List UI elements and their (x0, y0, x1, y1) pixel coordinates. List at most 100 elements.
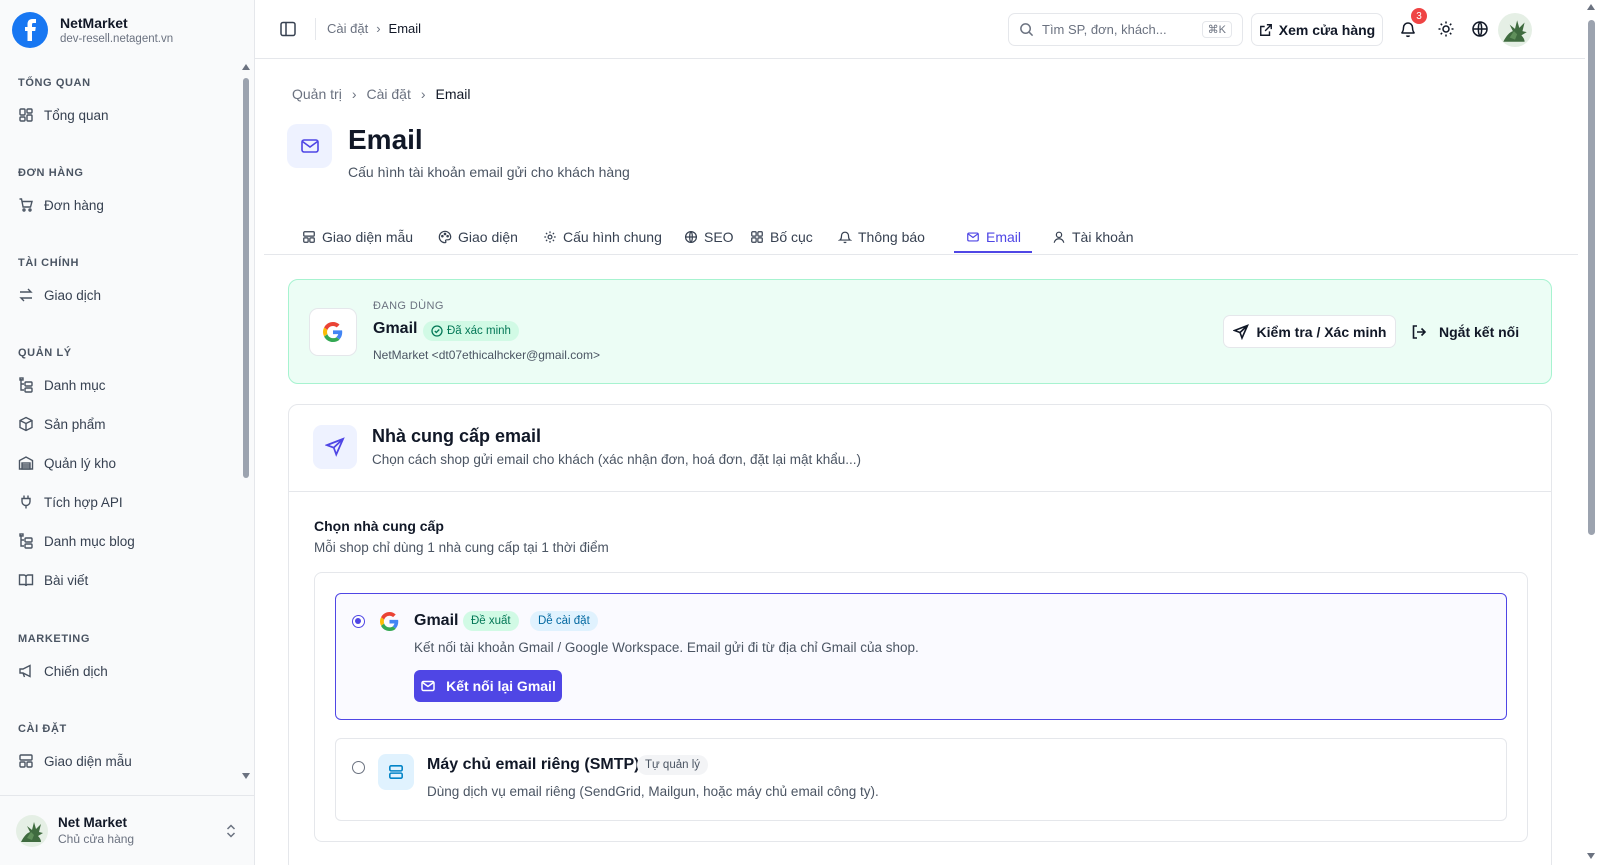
view-store-button[interactable]: Xem cửa hàng (1251, 13, 1383, 46)
tab-label: Bố cục (770, 228, 813, 245)
tab-seo[interactable]: SEO (682, 218, 736, 255)
sidebar-scrollbar[interactable] (243, 78, 249, 478)
sidebar-item-campaigns[interactable]: Chiến dịch (0, 657, 108, 685)
divider (315, 18, 316, 40)
sidebar-item-label: Bài viết (44, 572, 89, 588)
tab-notifications[interactable]: Thông báo (836, 218, 927, 255)
user-menu[interactable]: Net Market Chủ cửa hàng (0, 795, 254, 865)
page-title: Email (348, 124, 423, 155)
provider-card-header: Nhà cung cấp email Chọn cách shop gửi em… (289, 405, 1551, 492)
brand-domain: dev-resell.netagent.vn (60, 33, 174, 45)
page-scroll-up-arrow[interactable] (1587, 4, 1595, 10)
chevrons-up-down-icon (226, 823, 236, 838)
facebook-logo-icon (12, 12, 48, 48)
easy-setup-badge: Dễ cài đặt (530, 611, 598, 631)
check-circle-icon (431, 325, 443, 337)
search-input[interactable]: Tìm SP, đơn, khách... ⌘K (1008, 13, 1243, 46)
book-icon (18, 574, 34, 587)
page-subtitle: Cấu hình tài khoản email gửi cho khách h… (348, 164, 630, 180)
sidebar-item-label: Đơn hàng (44, 197, 104, 213)
sidebar-item-api[interactable]: Tích hợp API (0, 488, 123, 516)
sidebar-item-posts[interactable]: Bài viết (0, 566, 88, 594)
disconnect-button-label: Ngắt kết nối (1439, 323, 1520, 340)
sidebar-item-label: Tổng quan (44, 107, 109, 123)
sidebar-scroll-down-arrow[interactable] (242, 773, 250, 779)
tab-label: Thông báo (858, 228, 925, 245)
reconnect-gmail-button[interactable]: Kết nối lại Gmail (414, 670, 562, 702)
provider-option-smtp[interactable]: Máy chủ email riêng (SMTP) Tự quản lý Dù… (335, 738, 1507, 821)
sun-icon[interactable] (1437, 20, 1455, 38)
view-store-label: Xem cửa hàng (1278, 21, 1376, 38)
tab-label: Cấu hình chung (563, 228, 662, 245)
option-name: Gmail (414, 612, 459, 629)
avatar[interactable] (1498, 13, 1532, 47)
category-tree-icon (19, 533, 33, 549)
smtp-radio[interactable] (352, 761, 365, 774)
sidebar-item-label: Quản lý kho (44, 455, 117, 471)
disconnect-button[interactable]: Ngắt kết nối (1411, 315, 1519, 348)
breadcrumb-link[interactable]: Cài đặt (366, 86, 410, 102)
sidebar-item-blog-categories[interactable]: Danh mục blog (0, 527, 135, 555)
globe-icon (684, 230, 698, 243)
tab-label: Email (986, 228, 1022, 245)
category-tree-icon (19, 377, 33, 393)
option-description: Kết nối tài khoản Gmail / Google Workspa… (414, 640, 919, 655)
sidebar-toggle-icon[interactable] (279, 20, 297, 38)
nav-section-title: TỔNG QUAN (18, 77, 91, 89)
brand[interactable]: NetMarket dev-resell.netagent.vn (12, 12, 173, 48)
sender-address: NetMarket <dt07ethicalhcker@gmail.com> (373, 348, 600, 362)
sidebar-item-orders[interactable]: Đơn hàng (0, 191, 104, 219)
current-provider-name: Gmail (373, 320, 418, 337)
tab-general[interactable]: Cấu hình chung (541, 218, 664, 255)
sidebar-item-label: Giao dịch (44, 287, 102, 303)
verify-button[interactable]: Kiểm tra / Xác minh (1223, 315, 1396, 348)
reconnect-gmail-label: Kết nối lại Gmail (446, 678, 556, 694)
topbar: Cài đặt › Email Tìm SP, đơn, khách... ⌘K… (255, 0, 1585, 59)
option-name: Máy chủ email riêng (SMTP) (427, 756, 640, 773)
tab-layout[interactable]: Bố cục (748, 218, 815, 255)
page-scrollbar[interactable] (1588, 20, 1595, 535)
sidebar-item-overview[interactable]: Tổng quan (0, 101, 109, 129)
sidebar-item-label: Giao diện mẫu (44, 753, 132, 769)
search-icon (1020, 23, 1034, 37)
external-link-icon (1259, 23, 1272, 36)
layout-icon (19, 754, 33, 768)
sidebar-item-label: Danh mục blog (44, 533, 135, 549)
google-logo-icon (380, 612, 399, 631)
sidebar-item-products[interactable]: Sản phẩm (0, 410, 106, 438)
sidebar-item-categories[interactable]: Danh mục (0, 371, 106, 399)
recommended-badge: Đề xuất (463, 611, 519, 631)
tab-account[interactable]: Tài khoản (1050, 218, 1135, 255)
sidebar-item-transactions[interactable]: Giao dịch (0, 281, 101, 309)
breadcrumb-link[interactable]: Quản trị (292, 86, 342, 102)
mail-icon (287, 124, 332, 168)
sidebar-item-label: Sản phẩm (44, 416, 106, 432)
breadcrumb-current: Email (435, 86, 471, 102)
tab-label: SEO (704, 228, 734, 245)
google-logo-icon (309, 308, 357, 356)
palette-icon (438, 230, 452, 243)
sidebar-nav: TỔNG QUAN Tổng quan ĐƠN HÀNG Đơn hàng TÀ… (0, 60, 242, 795)
mail-icon (967, 231, 979, 242)
sidebar-scroll-up-arrow[interactable] (242, 64, 250, 70)
tab-appearance[interactable]: Giao diện (436, 218, 520, 255)
brand-name: NetMarket (60, 15, 128, 31)
tab-label: Giao diện mẫu (322, 228, 414, 245)
breadcrumb-link[interactable]: Cài đặt (327, 21, 368, 36)
tab-email[interactable]: Email (964, 218, 1023, 255)
user-role: Chủ cửa hàng (58, 832, 135, 846)
tab-templates[interactable]: Giao diện mẫu (300, 218, 415, 255)
page-scroll-down-arrow[interactable] (1587, 853, 1595, 859)
breadcrumb-separator: › (420, 86, 426, 102)
self-managed-badge: Tự quản lý (637, 755, 709, 775)
choose-provider-title: Chọn nhà cung cấp (314, 518, 444, 534)
option-description: Dùng dịch vụ email riêng (SendGrid, Mail… (427, 784, 879, 799)
package-icon (19, 416, 33, 432)
sidebar-item-templates[interactable]: Giao diện mẫu (0, 747, 132, 775)
sidebar-item-warehouse[interactable]: Quản lý kho (0, 449, 116, 477)
gmail-radio[interactable] (352, 615, 365, 628)
globe-icon[interactable] (1471, 20, 1489, 38)
provider-option-gmail[interactable]: Gmail Đề xuất Dễ cài đặt Kết nối tài kho… (335, 593, 1507, 720)
logout-icon (1412, 324, 1427, 339)
breadcrumb-current: Email (388, 21, 422, 36)
